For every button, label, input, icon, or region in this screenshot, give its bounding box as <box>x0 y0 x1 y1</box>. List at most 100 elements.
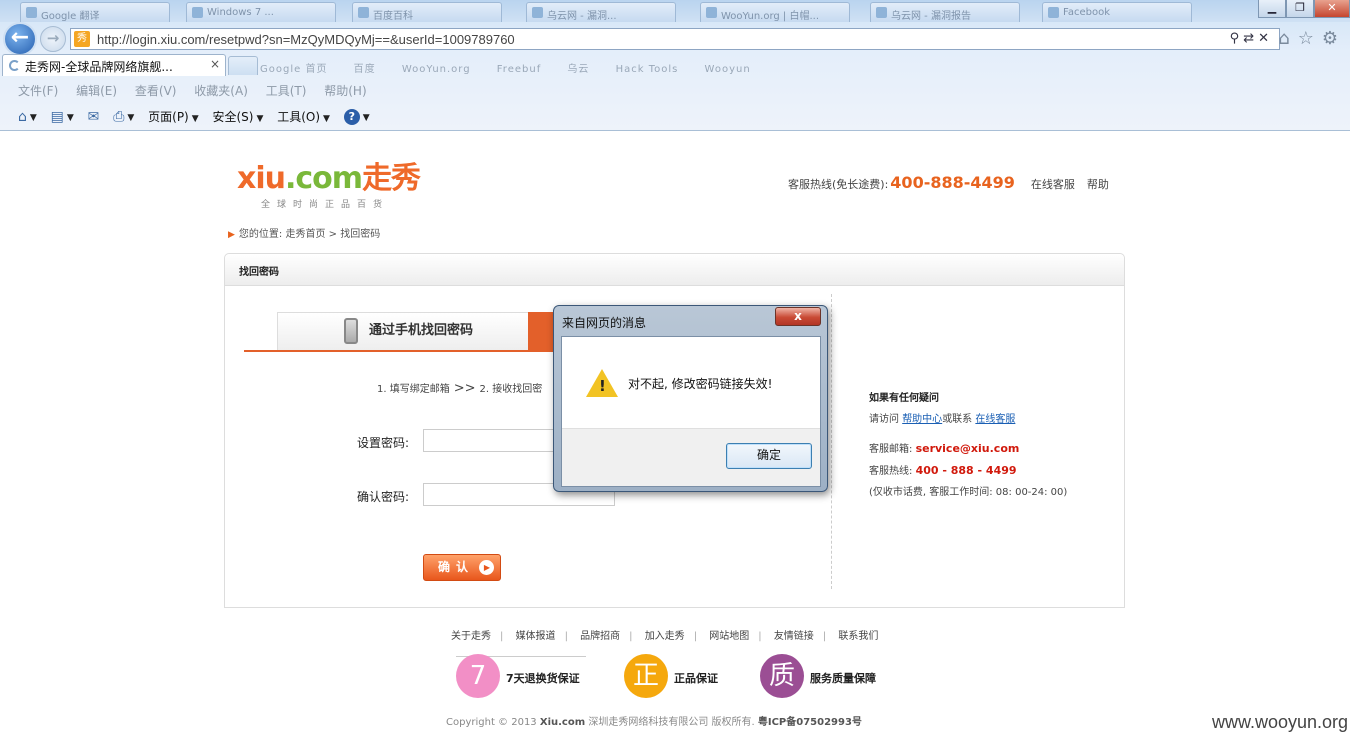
print-command[interactable]: ⎙ ▼ <box>113 109 134 125</box>
favorites-bar: Google 首页 百度 WooYun.org Freebuf 乌云 Hack … <box>260 60 773 75</box>
breadcrumb-arrow-icon: ▶ <box>228 230 235 240</box>
header-hotline: 客服热线(免长途费): 400-888-4499 在线客服 帮助 <box>788 173 1109 192</box>
safety-menu[interactable]: 安全(S) ▼ <box>213 108 264 125</box>
header-online-service-link[interactable]: 在线客服 <box>1031 178 1075 191</box>
service-phone: 400 - 888 - 4499 <box>915 464 1017 477</box>
menu-file[interactable]: 文件(F) <box>18 84 58 98</box>
footer-link[interactable]: 网站地图 <box>709 631 749 642</box>
panel-divider <box>831 294 832 589</box>
rss-icon: ▤ <box>50 108 64 125</box>
header-help-link[interactable]: 帮助 <box>1087 178 1109 191</box>
menu-favorites[interactable]: 收藏夹(A) <box>194 84 248 98</box>
tools-menu[interactable]: 工具(O) ▼ <box>277 108 330 125</box>
home-icon[interactable]: ⌂ <box>1278 28 1297 49</box>
browser-bg-tab[interactable]: Windows 7 ... <box>186 2 336 22</box>
favorites-star-icon[interactable]: ☆ <box>1298 28 1322 49</box>
footer-link[interactable]: 关于走秀 <box>451 631 491 642</box>
help-command[interactable]: ? ▼ <box>343 108 370 125</box>
new-tab-button[interactable] <box>228 56 258 75</box>
tab-close-icon[interactable]: × <box>210 57 220 71</box>
browser-bg-tab[interactable]: Google 翻译 <box>20 2 170 22</box>
browser-bg-tab[interactable]: 百度百科 <box>352 2 502 22</box>
address-bar[interactable]: 秀 http://login.xiu.com/resetpwd?sn=MzQyM… <box>70 28 1280 50</box>
footer-link[interactable]: 品牌招商 <box>580 631 620 642</box>
home-icon: ⌂ <box>18 108 27 125</box>
active-tab-title: 走秀网-全球品牌网络旗舰... <box>25 60 173 74</box>
url-text[interactable]: http://login.xiu.com/resetpwd?sn=MzQyMDQ… <box>97 32 515 47</box>
site-favicon-icon: 秀 <box>74 31 90 47</box>
address-tools: ⚲⇄✕ <box>1230 31 1273 46</box>
tab-phone-recovery[interactable]: 通过手机找回密码 <box>277 312 529 350</box>
compat-view-icon[interactable]: ⇄ <box>1243 31 1258 46</box>
browser-bg-tab[interactable]: Facebook <box>1042 2 1192 22</box>
menu-help[interactable]: 帮助(H) <box>324 84 366 98</box>
dialog-title: 来自网页的消息 <box>562 316 647 330</box>
panel-title: 找回密码 <box>225 254 1124 286</box>
active-browser-tab[interactable]: 走秀网-全球品牌网络旗舰... × <box>2 54 226 76</box>
breadcrumb: ▶ 您的位置: 走秀首页 > 找回密码 <box>228 229 381 240</box>
footer-link[interactable]: 加入走秀 <box>645 631 685 642</box>
printer-icon: ⎙ <box>113 108 125 125</box>
favorite-link[interactable]: WooYun.org <box>402 64 471 75</box>
logo-slogan: 全球时尚正品百货 <box>261 200 390 210</box>
stop-icon[interactable]: ✕ <box>1258 31 1273 46</box>
browser-bg-tab[interactable]: 乌云网 - 漏洞... <box>526 2 676 22</box>
dialog-ok-button[interactable]: 确定 <box>726 443 812 469</box>
menu-view[interactable]: 查看(V) <box>135 84 177 98</box>
favorite-link[interactable]: 百度 <box>354 64 376 75</box>
loading-spinner-icon <box>9 60 20 71</box>
badge-quality-icon: 质 <box>760 654 804 698</box>
password-label: 设置密码: <box>357 436 410 450</box>
service-hours-note: (仅收市话费, 客服工作时间: 08: 00-24: 00) <box>869 487 1068 498</box>
browser-bg-tab[interactable]: 乌云网 - 漏洞报告 <box>870 2 1020 22</box>
window-close-button[interactable]: ✕ <box>1314 0 1350 18</box>
online-service-link[interactable]: 在线客服 <box>975 414 1015 425</box>
favorite-link[interactable]: 乌云 <box>567 64 589 75</box>
menu-bar: 文件(F) 编辑(E) 查看(V) 收藏夹(A) 工具(T) 帮助(H) <box>18 82 381 99</box>
copyright: Copyright © 2013 Xiu.com 深圳走秀网络科技有限公司 版权… <box>446 717 862 728</box>
play-arrow-icon: ▶ <box>479 560 494 575</box>
browser-tab-strip: Google 翻译 Windows 7 ... 百度百科 乌云网 - 漏洞...… <box>0 0 1350 22</box>
mail-command[interactable]: ✉ <box>88 109 100 125</box>
footer-link[interactable]: 联系我们 <box>838 631 878 642</box>
back-button[interactable]: ← <box>3 22 37 56</box>
forward-button[interactable]: → <box>40 26 66 52</box>
help-center-link[interactable]: 帮助中心 <box>902 414 942 425</box>
mail-icon: ✉ <box>87 108 100 125</box>
favorite-link[interactable]: Google 首页 <box>260 64 327 75</box>
feeds-command[interactable]: ▤ ▼ <box>51 109 74 125</box>
dialog-body: ! 对不起, 修改密码链接失效! 确定 <box>561 336 821 487</box>
badge-7-icon: 7 <box>456 654 500 698</box>
step-indicator: 1. 填写绑定邮箱 >> 2. 接收找回密 <box>377 381 543 396</box>
site-logo[interactable]: xiu.com走秀 全球时尚正品百货 <box>237 163 421 211</box>
favorite-link[interactable]: Freebuf <box>497 64 541 75</box>
command-bar: ⌂ ▼ ▤ ▼ ✉ ⎙ ▼ 页面(P) ▼ 安全(S) ▼ 工具(O) ▼ ? ▼ <box>18 108 380 125</box>
maximize-button[interactable]: ❐ <box>1286 0 1314 18</box>
home-command[interactable]: ⌂ ▼ <box>18 109 37 125</box>
minimize-button[interactable]: ▁ <box>1258 0 1286 18</box>
favorite-link[interactable]: Wooyun <box>705 64 751 75</box>
search-icon[interactable]: ⚲ <box>1230 31 1244 46</box>
watermark: www.wooyun.org <box>1212 712 1349 732</box>
help-icon: ? <box>343 108 360 125</box>
phone-icon <box>344 318 358 344</box>
help-title: 如果有任何疑问 <box>869 393 939 404</box>
badge-genuine-icon: 正 <box>624 654 668 698</box>
dialog-close-button[interactable]: x <box>775 307 821 326</box>
help-box: 如果有任何疑问 请访问 帮助中心或联系 在线客服 客服邮箱: service@x… <box>869 388 1067 503</box>
favorite-link[interactable]: Hack Tools <box>616 64 679 75</box>
service-email: service@xiu.com <box>915 442 1020 455</box>
browser-right-icons: ⌂☆⚙ <box>1278 28 1346 49</box>
browser-bg-tab[interactable]: WooYun.org | 白帽... <box>700 2 850 22</box>
alert-dialog: 来自网页的消息 x ! 对不起, 修改密码链接失效! 确定 <box>553 305 828 492</box>
settings-gear-icon[interactable]: ⚙ <box>1322 28 1346 49</box>
browser-chrome: Google 翻译 Windows 7 ... 百度百科 乌云网 - 漏洞...… <box>0 0 1350 131</box>
footer-link[interactable]: 友情链接 <box>774 631 814 642</box>
footer-links: 关于走秀 | 媒体报道 | 品牌招商 | 加入走秀 | 网站地图 | 友情链接 | 联系我们 <box>451 631 879 642</box>
page-menu[interactable]: 页面(P) ▼ <box>148 108 199 125</box>
confirm-button[interactable]: 确认 ▶ <box>423 554 501 581</box>
footer-link[interactable]: 媒体报道 <box>516 631 556 642</box>
hotline-number: 400-888-4499 <box>890 173 1015 192</box>
menu-edit[interactable]: 编辑(E) <box>76 84 117 98</box>
menu-tools[interactable]: 工具(T) <box>266 84 307 98</box>
